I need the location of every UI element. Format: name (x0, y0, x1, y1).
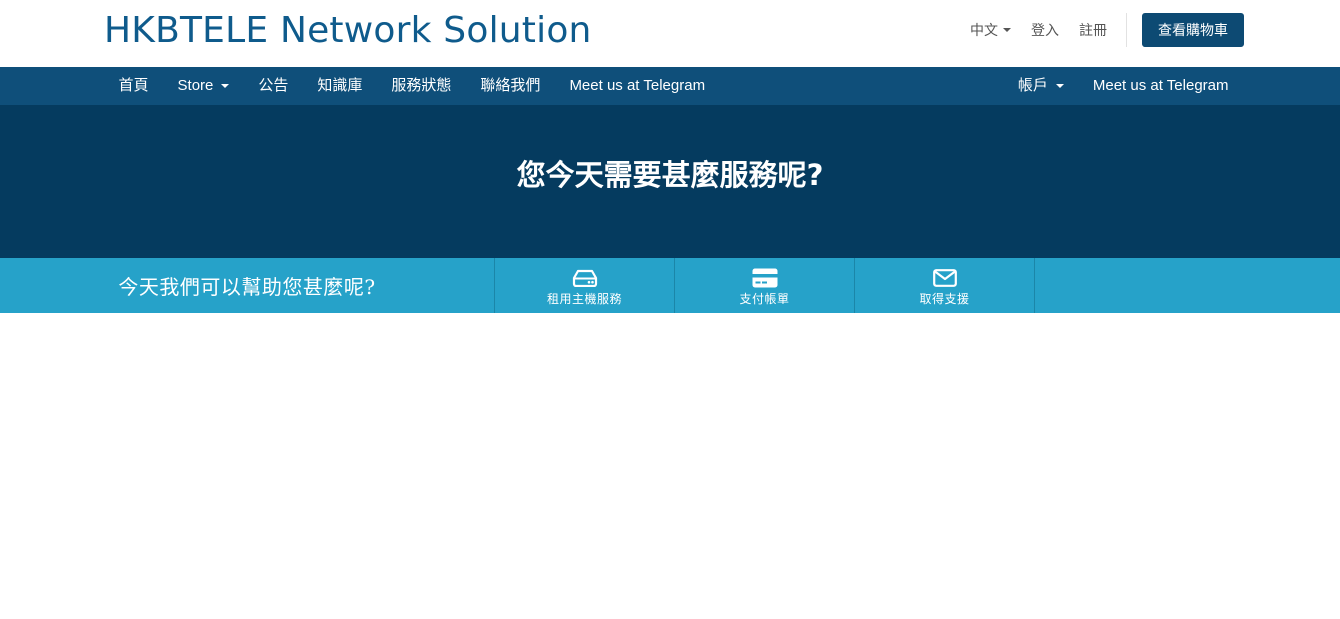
order-hosting-button[interactable]: 租用主機服務 (494, 258, 674, 313)
nav-item-telegram[interactable]: Meet us at Telegram (555, 67, 720, 105)
nav-item-label: 知識庫 (317, 77, 363, 94)
nav-item-home[interactable]: 首頁 (104, 67, 163, 105)
chevron-down-icon (221, 84, 230, 88)
nav-item-label: 首頁 (118, 77, 149, 94)
hero-banner: 您今天需要甚麼服務呢? (0, 105, 1340, 258)
nav-item-telegram-right[interactable]: Meet us at Telegram (1078, 67, 1243, 105)
chevron-down-icon (1003, 28, 1011, 32)
help-item-label: 支付帳單 (739, 291, 790, 306)
help-item-label: 取得支援 (919, 291, 970, 306)
register-link[interactable]: 註冊 (1069, 20, 1117, 40)
nav-item-label: 帳戶 (1017, 77, 1048, 94)
pay-invoice-button[interactable]: 支付帳單 (674, 258, 854, 313)
nav-item-announcements[interactable]: 公告 (244, 67, 303, 105)
nav-item-contact[interactable]: 聯絡我們 (466, 67, 555, 105)
nav-item-label: 聯絡我們 (480, 77, 541, 94)
nav-item-store[interactable]: Store (163, 67, 244, 105)
nav-item-label: 公告 (258, 77, 289, 94)
server-icon (572, 267, 598, 289)
help-bar-title: 今天我們可以幫助您甚麼呢? (118, 275, 376, 299)
chevron-down-icon (1055, 84, 1064, 88)
help-bar: 今天我們可以幫助您甚麼呢? 租用主機服務 支付帳單 取得支援 (0, 258, 1340, 313)
nav-item-label: Meet us at Telegram (1092, 77, 1229, 94)
language-label: 中文 (970, 22, 998, 38)
help-item-label: 租用主機服務 (546, 291, 622, 306)
nav-item-label: Meet us at Telegram (569, 77, 706, 94)
nav-item-network-status[interactable]: 服務狀態 (377, 67, 466, 105)
nav-item-label: 服務狀態 (391, 77, 452, 94)
view-cart-button[interactable]: 查看購物車 (1142, 13, 1244, 47)
main-navbar: 首頁 Store 公告 知識庫 服務狀態 聯絡我們 Meet us at Tel… (0, 67, 1340, 105)
help-bar-empty-cell (1034, 258, 1214, 313)
credit-card-icon (752, 267, 778, 289)
header-divider (1126, 13, 1127, 47)
nav-right-menu: 帳戶 Meet us at Telegram (1003, 67, 1243, 105)
nav-item-knowledgebase[interactable]: 知識庫 (303, 67, 377, 105)
help-bar-spacer (1214, 258, 1340, 313)
nav-left-menu: 首頁 Store 公告 知識庫 服務狀態 聯絡我們 Meet us at Tel… (104, 67, 720, 105)
nav-item-label: Store (177, 77, 214, 94)
nav-item-account[interactable]: 帳戶 (1003, 67, 1078, 105)
login-link[interactable]: 登入 (1021, 20, 1069, 40)
header-actions: 中文 登入 註冊 查看購物車 (960, 13, 1244, 47)
envelope-icon (932, 267, 957, 289)
hero-heading: 您今天需要甚麼服務呢? (516, 157, 824, 192)
brand-logo-link[interactable]: HKBTELE Network Solution (104, 10, 592, 51)
top-header: HKBTELE Network Solution 中文 登入 註冊 查看購物車 (0, 0, 1340, 67)
language-selector[interactable]: 中文 (960, 20, 1021, 40)
get-support-button[interactable]: 取得支援 (854, 258, 1034, 313)
